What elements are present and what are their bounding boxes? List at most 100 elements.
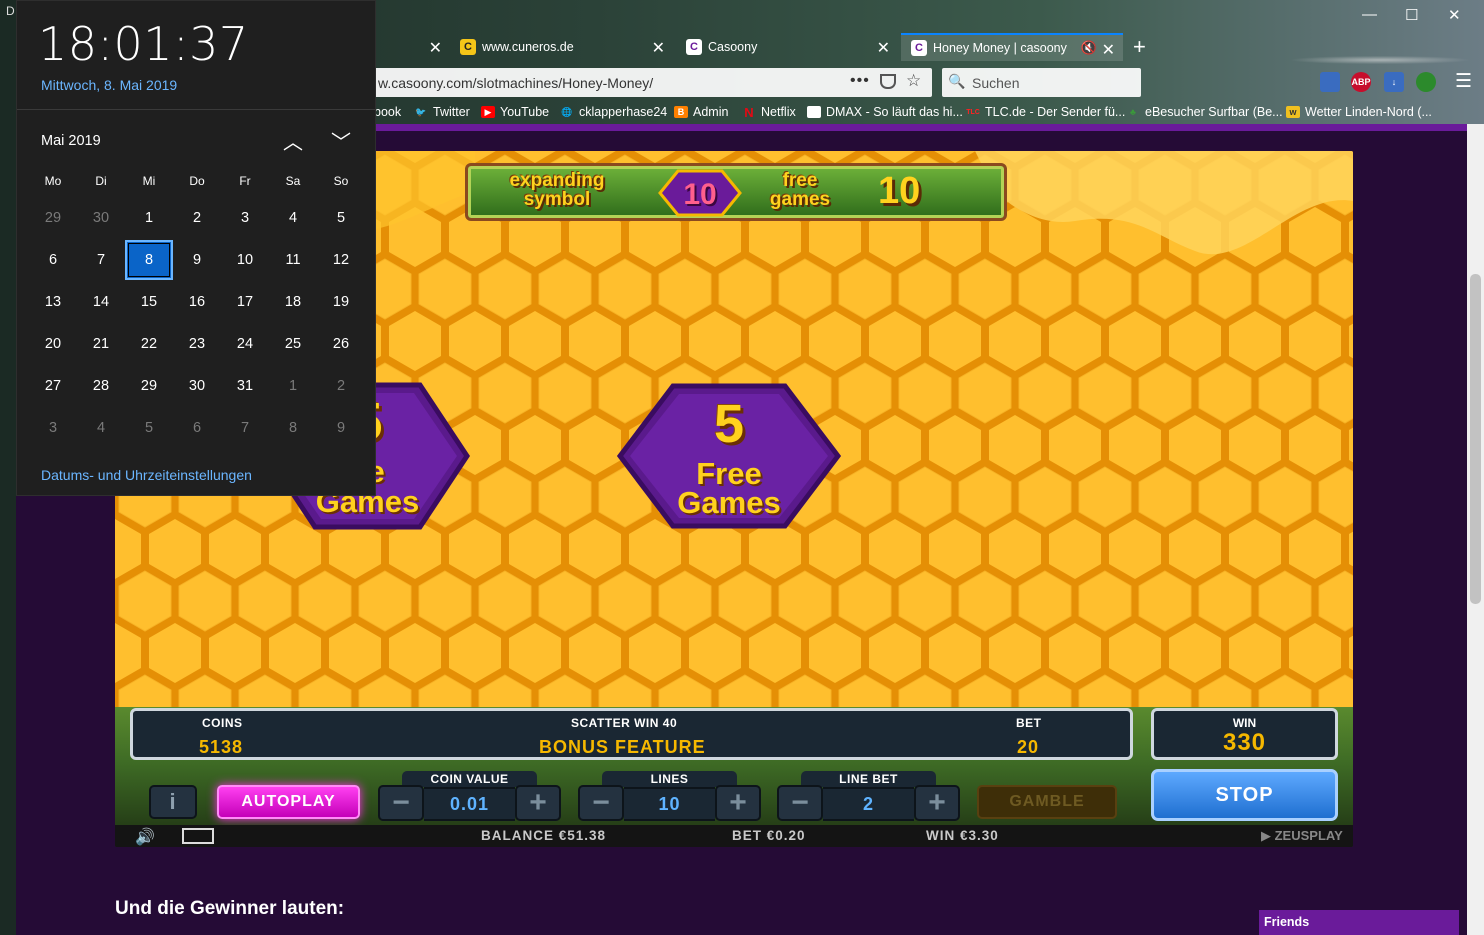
calendar-day[interactable]: 9 xyxy=(173,240,221,280)
calendar-day-today[interactable]: 8 xyxy=(125,240,173,280)
calendar-day[interactable]: 24 xyxy=(221,324,269,364)
ebesucher-icon: ♣ xyxy=(1130,107,1136,117)
friends-panel-tab[interactable]: Friends xyxy=(1259,910,1459,935)
calendar-day[interactable]: 3 xyxy=(221,198,269,238)
mute-tab-icon[interactable]: 🔇 xyxy=(1081,40,1097,56)
calendar-day[interactable]: 4 xyxy=(77,408,125,448)
bookmark-dmax[interactable]: DMAX - So läuft das hi... xyxy=(807,105,963,119)
browser-tab-honey-money[interactable]: C Honey Money | casoony 🔇 ✕ xyxy=(901,33,1123,61)
close-tab-icon[interactable]: ✕ xyxy=(429,38,442,58)
calendar-day[interactable]: 22 xyxy=(125,324,173,364)
browser-tab-0[interactable]: ✕ xyxy=(380,33,442,61)
status-bet-text: BET €0.20 xyxy=(732,828,806,843)
calendar-day[interactable]: 26 xyxy=(317,324,365,364)
bookmark-youtube[interactable]: ▶ YouTube xyxy=(481,105,549,119)
search-bar[interactable]: 🔍 Suchen xyxy=(942,68,1141,97)
calendar-day[interactable]: 17 xyxy=(221,282,269,322)
calendar-day[interactable]: 13 xyxy=(29,282,77,322)
download-icon[interactable]: ↓ xyxy=(1384,72,1404,92)
banner-free: free xyxy=(782,170,818,191)
calendar-day[interactable]: 20 xyxy=(29,324,77,364)
calendar-day[interactable]: 16 xyxy=(173,282,221,322)
calendar-day[interactable]: 30 xyxy=(173,366,221,406)
calendar-day[interactable]: 3 xyxy=(29,408,77,448)
calendar-day[interactable]: 29 xyxy=(29,198,77,238)
calendar-day[interactable]: 6 xyxy=(173,408,221,448)
bookmark-facebook[interactable]: book xyxy=(374,105,401,119)
date-time-settings-link[interactable]: Datums- und Uhrzeiteinstellungen xyxy=(41,467,252,483)
minimize-icon[interactable]: — xyxy=(1362,6,1377,23)
lines-minus-button[interactable]: − xyxy=(578,785,624,821)
maximize-icon[interactable]: ☐ xyxy=(1405,6,1418,24)
close-tab-icon[interactable]: ✕ xyxy=(1102,40,1115,60)
scrollbar-thumb[interactable] xyxy=(1470,274,1481,604)
banner-left-number: 10 xyxy=(683,178,717,211)
adblock-icon[interactable]: ABP xyxy=(1351,72,1371,92)
calendar-month-label[interactable]: Mai 2019 xyxy=(41,133,101,149)
reader-view-icon[interactable] xyxy=(1320,72,1340,92)
calendar-day[interactable]: 11 xyxy=(269,240,317,280)
calendar-day[interactable]: 5 xyxy=(125,408,173,448)
calendar-day[interactable]: 7 xyxy=(221,408,269,448)
chevron-up-icon[interactable]: ︿ xyxy=(283,126,303,155)
calendar-day[interactable]: 1 xyxy=(269,366,317,406)
close-tab-icon[interactable]: ✕ xyxy=(652,38,665,58)
new-tab-button[interactable]: + xyxy=(1133,34,1146,60)
calendar-day[interactable]: 25 xyxy=(269,324,317,364)
sound-icon[interactable]: 🔊 xyxy=(135,827,155,847)
calendar-day[interactable]: 23 xyxy=(173,324,221,364)
bookmark-wetter[interactable]: w Wetter Linden-Nord (... xyxy=(1286,105,1432,119)
calendar-day[interactable]: 4 xyxy=(269,198,317,238)
bookmark-twitter[interactable]: 🐦 Twitter xyxy=(414,105,469,119)
bookmark-admin[interactable]: B Admin xyxy=(674,105,728,119)
close-window-icon[interactable]: ✕ xyxy=(1448,6,1461,24)
url-text[interactable]: w.casoony.com/slotmachines/Honey-Money/ xyxy=(378,75,653,91)
calendar-day[interactable]: 5 xyxy=(317,198,365,238)
bookmark-cklapperhase24[interactable]: 🌐 cklapperhase24 xyxy=(560,105,667,119)
bookmark-tlc[interactable]: TLC TLC.de - Der Sender fü... xyxy=(966,105,1125,119)
lines-plus-button[interactable]: + xyxy=(715,785,761,821)
close-tab-icon[interactable]: ✕ xyxy=(877,38,890,58)
bookmark-star-icon[interactable]: ☆ xyxy=(906,71,921,91)
calendar-day[interactable]: 31 xyxy=(221,366,269,406)
pocket-icon[interactable] xyxy=(880,74,896,89)
line-bet-plus-button[interactable]: + xyxy=(914,785,960,821)
bookmark-netflix[interactable]: N Netflix xyxy=(742,105,795,120)
calendar-day[interactable]: 19 xyxy=(317,282,365,322)
chevron-down-icon[interactable]: ﹀ xyxy=(331,126,351,155)
calendar-day[interactable]: 30 xyxy=(77,198,125,238)
calendar-day[interactable]: 15 xyxy=(125,282,173,322)
calendar-day[interactable]: 10 xyxy=(221,240,269,280)
calendar-day[interactable]: 2 xyxy=(173,198,221,238)
extension-icon[interactable] xyxy=(1416,72,1436,92)
autoplay-button[interactable]: AUTOPLAY xyxy=(217,785,360,819)
calendar-day[interactable]: 27 xyxy=(29,366,77,406)
hamburger-menu-icon[interactable]: ☰ xyxy=(1455,70,1472,93)
clock-date-link[interactable]: Mittwoch, 8. Mai 2019 xyxy=(41,77,177,93)
calendar-day[interactable]: 1 xyxy=(125,198,173,238)
calendar-day[interactable]: 29 xyxy=(125,366,173,406)
line-bet-minus-button[interactable]: − xyxy=(777,785,823,821)
page-actions-icon[interactable]: ••• xyxy=(850,72,870,90)
url-bar[interactable]: w.casoony.com/slotmachines/Honey-Money/ … xyxy=(374,68,932,97)
calendar-day[interactable]: 14 xyxy=(77,282,125,322)
page-scrollbar[interactable] xyxy=(1467,124,1484,935)
coin-value-plus-button[interactable]: + xyxy=(515,785,561,821)
calendar-day[interactable]: 7 xyxy=(77,240,125,280)
calendar-day[interactable]: 9 xyxy=(317,408,365,448)
calendar-day[interactable]: 8 xyxy=(269,408,317,448)
stop-button[interactable]: STOP xyxy=(1151,769,1338,821)
browser-tab-casoony[interactable]: C Casoony ✕ xyxy=(686,33,890,61)
calendar-day[interactable]: 21 xyxy=(77,324,125,364)
calendar-day[interactable]: 28 xyxy=(77,366,125,406)
browser-tab-cuneros[interactable]: C www.cuneros.de ✕ xyxy=(460,33,665,61)
calendar-day[interactable]: 12 xyxy=(317,240,365,280)
gamble-button[interactable]: GAMBLE xyxy=(977,785,1117,819)
bookmark-ebesucher[interactable]: ♣ eBesucher Surfbar (Be... xyxy=(1126,105,1283,119)
fullscreen-icon[interactable] xyxy=(182,828,214,844)
calendar-day[interactable]: 6 xyxy=(29,240,77,280)
calendar-day[interactable]: 18 xyxy=(269,282,317,322)
calendar-day[interactable]: 2 xyxy=(317,366,365,406)
info-button[interactable]: i xyxy=(149,785,197,819)
coin-value-minus-button[interactable]: − xyxy=(378,785,424,821)
